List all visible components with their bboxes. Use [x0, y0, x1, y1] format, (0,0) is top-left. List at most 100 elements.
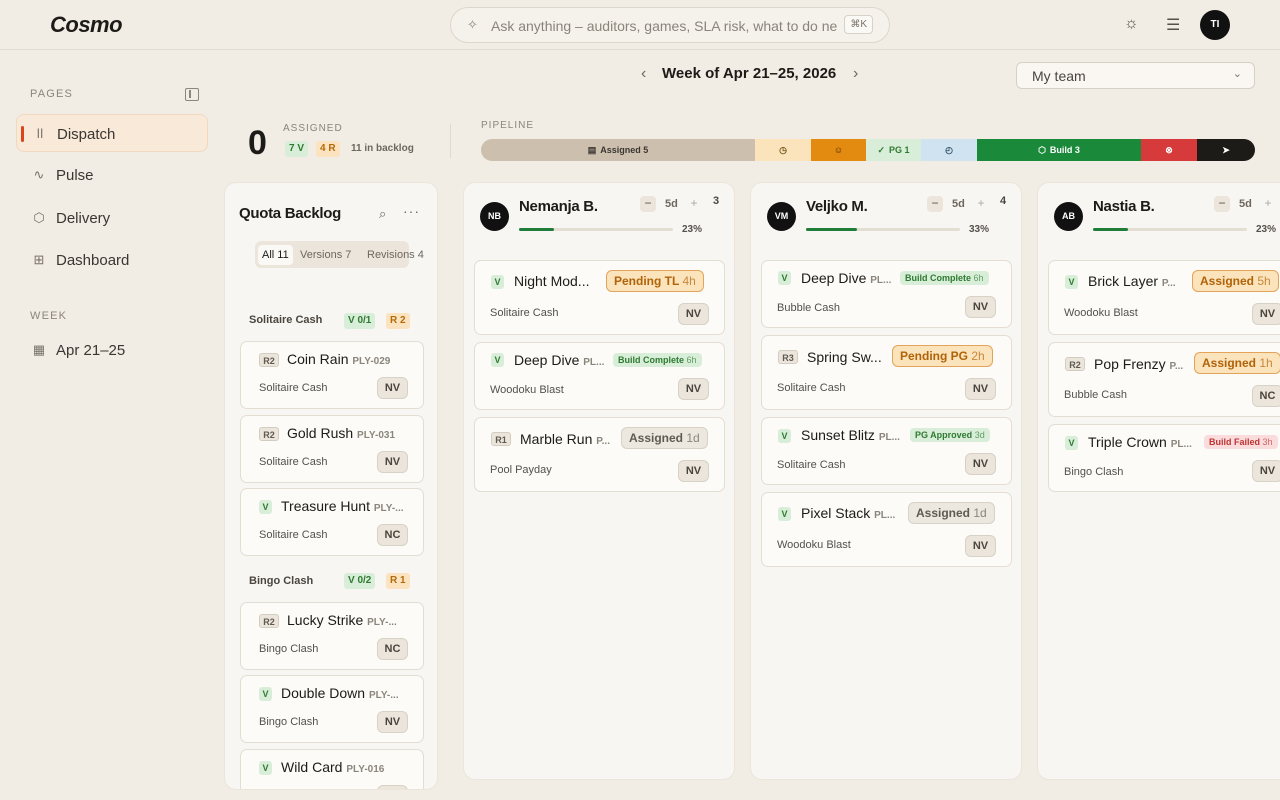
card-game: Solitaire Cash: [490, 307, 559, 319]
backlog-card[interactable]: R2 Lucky Strike PLY-... Bingo Clash NC: [240, 602, 424, 670]
pipeline-segment-pg[interactable]: ✓ PG 1: [866, 139, 921, 161]
next-week-icon[interactable]: ›: [853, 65, 858, 83]
task-card[interactable]: V Deep Dive PL... Build Complete 6h Bubb…: [761, 260, 1012, 328]
decrease-days-button[interactable]: −: [927, 196, 943, 212]
sidebar-item-week[interactable]: ▦ Apr 21–25: [16, 331, 208, 369]
app-logo[interactable]: Cosmo: [50, 12, 123, 38]
increase-days-button[interactable]: +: [1260, 196, 1276, 212]
card-initials: NV: [678, 303, 709, 325]
backlog-card[interactable]: R2 Coin Rain PLY-029 Solitaire Cash NV: [240, 341, 424, 409]
engineer-avatar: VM: [767, 202, 796, 231]
backlog-card[interactable]: V Wild Card PLY-016: [240, 749, 424, 789]
card-tag: R2: [259, 614, 279, 628]
card-tag: V: [778, 271, 791, 285]
team-select[interactable]: My team ⌄: [1016, 62, 1255, 89]
pipeline-segment-timer[interactable]: ◴: [921, 139, 977, 161]
tab-revisions[interactable]: Revisions 4: [363, 245, 428, 265]
card-game: Solitaire Cash: [259, 456, 328, 468]
more-icon[interactable]: ···: [403, 203, 420, 219]
pipeline-segment-build[interactable]: ⬡ Build 3: [977, 139, 1141, 161]
card-title: Marble Run P...: [520, 431, 610, 447]
pipeline-segment-review[interactable]: ☺: [811, 139, 866, 161]
decrease-days-button[interactable]: −: [1214, 196, 1230, 212]
backlog-card[interactable]: R2 Gold Rush PLY-031 Solitaire Cash NV: [240, 415, 424, 483]
card-title: Wild Card PLY-016: [281, 759, 385, 775]
card-title: Night Mod...: [514, 273, 590, 289]
task-card[interactable]: R1 Marble Run P... Assigned 1d Pool Payd…: [474, 417, 725, 492]
group-r-badge: R 1: [386, 573, 410, 589]
theme-toggle-icon[interactable]: ☼: [1124, 15, 1139, 33]
box-icon: ⬡: [1038, 144, 1046, 155]
card-tag: V: [259, 761, 272, 775]
pipeline-label: PIPELINE: [481, 120, 535, 131]
pipeline-segment-shipped[interactable]: ➤: [1197, 139, 1255, 161]
engineer-task-count: 4: [1000, 195, 1007, 207]
clock-icon: ◷: [779, 144, 787, 155]
engineer-column: VM Veljko M. − 5d + 4 33% V Deep Dive PL…: [750, 182, 1022, 780]
segment-label: Assigned 5: [600, 145, 649, 155]
task-card[interactable]: V Brick Layer P... Assigned 5h Woodoku B…: [1048, 260, 1280, 335]
card-title: Coin Rain PLY-029: [287, 351, 391, 367]
task-card[interactable]: V Night Mod... Pending TL 4h Solitaire C…: [474, 260, 725, 335]
tab-all[interactable]: All 11: [258, 245, 293, 265]
task-card[interactable]: V Triple Crown PL... Build Failed 3h Bin…: [1048, 424, 1280, 492]
sidebar-item-label: Apr 21–25: [56, 342, 126, 359]
decrease-days-button[interactable]: −: [640, 196, 656, 212]
sidebar-item-delivery[interactable]: ⬡ Delivery: [16, 199, 208, 237]
card-game: Woodoku Blast: [1064, 307, 1138, 319]
pipeline-segment-pending[interactable]: ◷: [755, 139, 811, 161]
capacity-bar: [519, 228, 673, 231]
user-avatar[interactable]: TI: [1200, 10, 1230, 40]
pipeline-segment-failed[interactable]: ⊗: [1141, 139, 1197, 161]
search-placeholder[interactable]: Ask anything – auditors, games, SLA risk…: [491, 18, 837, 34]
card-game: Bubble Cash: [777, 302, 840, 314]
task-card[interactable]: V Deep Dive PL... Build Complete 6h Wood…: [474, 342, 725, 410]
card-initials: NV: [678, 460, 709, 482]
check-circle-icon: ✓: [877, 144, 886, 155]
collapse-sidebar-icon[interactable]: [185, 88, 199, 101]
tab-versions[interactable]: Versions 7: [296, 245, 355, 265]
capacity-percent: 23%: [682, 224, 703, 235]
search-bar[interactable]: ✧ Ask anything – auditors, games, SLA ri…: [450, 7, 890, 43]
engineer-name[interactable]: Veljko M.: [806, 198, 868, 215]
engineer-name[interactable]: Nemanja B.: [519, 198, 598, 215]
sidebar-item-dashboard[interactable]: ⊞ Dashboard: [16, 241, 208, 279]
card-game: Solitaire Cash: [777, 382, 846, 394]
increase-days-button[interactable]: +: [686, 196, 702, 212]
card-game: Bubble Cash: [1064, 389, 1127, 401]
sidebar-item-pulse[interactable]: ∿ Pulse: [16, 156, 208, 194]
task-card[interactable]: R3 Spring Sw... Pending PG 2h Solitaire …: [761, 335, 1012, 410]
card-game: Woodoku Blast: [490, 384, 564, 396]
card-game: Solitaire Cash: [259, 382, 328, 394]
pipeline-segment-assigned[interactable]: ▤ Assigned 5: [481, 139, 755, 161]
card-game: Bingo Clash: [259, 716, 319, 728]
card-title: Brick Layer P...: [1088, 273, 1176, 289]
revisions-badge: 4 R: [316, 141, 340, 157]
engineer-name[interactable]: Nastia B.: [1093, 198, 1155, 215]
card-tag: V: [259, 687, 272, 701]
card-title: Sunset Blitz PL...: [801, 427, 900, 443]
settings-sliders-icon[interactable]: ☰: [1166, 15, 1180, 35]
task-card[interactable]: R2 Pop Frenzy P... Assigned 1h Bubble Ca…: [1048, 342, 1280, 417]
task-card[interactable]: V Sunset Blitz PL... PG Approved 3d Soli…: [761, 417, 1012, 485]
card-tag: V: [1065, 436, 1078, 450]
card-tag: V: [778, 507, 791, 521]
sparkle-icon: ✧: [467, 17, 478, 32]
increase-days-button[interactable]: +: [973, 196, 989, 212]
pulse-icon: ∿: [33, 167, 45, 182]
card-initials: NV: [377, 711, 408, 733]
box-icon: ⬡: [33, 210, 45, 225]
backlog-card[interactable]: V Treasure Hunt PLY-... Solitaire Cash N…: [240, 488, 424, 556]
sidebar-item-dispatch[interactable]: ǀǀ Dispatch: [16, 114, 208, 152]
capacity-bar: [806, 228, 960, 231]
search-icon[interactable]: ⌕: [379, 206, 386, 222]
status-badge: Assigned 5h: [1192, 270, 1279, 292]
card-title: Deep Dive PL...: [801, 270, 892, 286]
user-check-icon: ☺: [833, 145, 844, 155]
prev-week-icon[interactable]: ‹: [641, 65, 646, 83]
task-card[interactable]: V Pixel Stack PL... Assigned 1d Woodoku …: [761, 492, 1012, 567]
card-tag: R2: [1065, 357, 1085, 371]
backlog-card[interactable]: V Double Down PLY-... Bingo Clash NV: [240, 675, 424, 743]
card-initials: NV: [1252, 303, 1280, 325]
segment-label: PG 1: [889, 145, 910, 155]
